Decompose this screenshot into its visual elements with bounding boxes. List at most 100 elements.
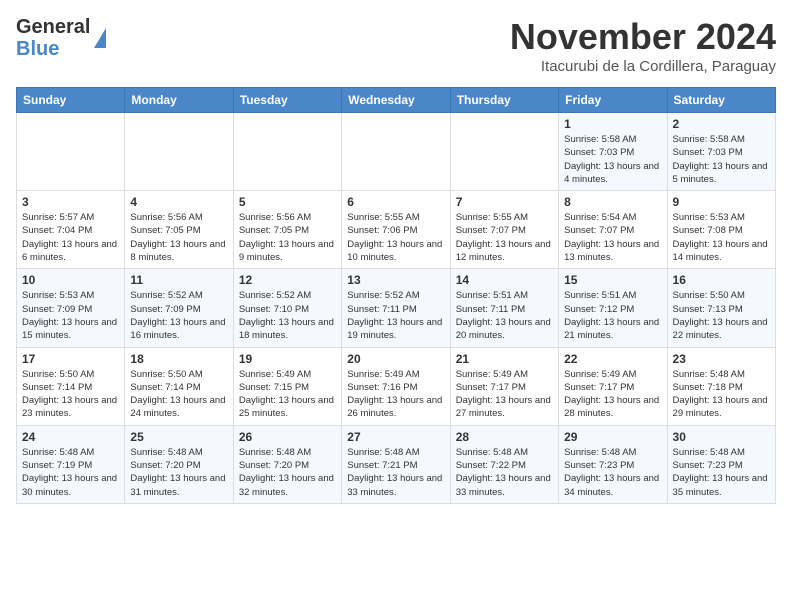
- calendar-cell: 6Sunrise: 5:55 AM Sunset: 7:06 PM Daylig…: [342, 191, 450, 269]
- calendar-cell: 28 Sunrise: 5:48 AM Sunset: 7:22 PM Dayli…: [450, 425, 558, 503]
- day-number: 18: [130, 352, 227, 366]
- day-number: 4: [130, 195, 227, 209]
- calendar-cell: 13Sunrise: 5:52 AM Sunset: 7:11 PM Dayli…: [342, 269, 450, 347]
- day-number: 30: [673, 430, 770, 444]
- day-number: 1: [564, 117, 661, 131]
- day-number: 20: [347, 352, 444, 366]
- day-info: Sunrise: 5:51 AM Sunset: 7:12 PM Dayligh…: [564, 289, 661, 342]
- calendar-cell: 21 Sunrise: 5:49 AM Sunset: 7:17 PM Dayli…: [450, 347, 558, 425]
- day-number: 24: [22, 430, 119, 444]
- calendar-cell: 16 Sunrise: 5:50 AM Sunset: 7:13 PM Dayli…: [667, 269, 775, 347]
- weekday-header-row: SundayMondayTuesdayWednesdayThursdayFrid…: [17, 88, 776, 113]
- day-info: Sunrise: 5:56 AM Sunset: 7:05 PM Dayligh…: [239, 211, 336, 264]
- weekday-header-saturday: Saturday: [667, 88, 775, 113]
- calendar-cell: 25Sunrise: 5:48 AM Sunset: 7:20 PM Dayli…: [125, 425, 233, 503]
- day-info: Sunrise: 5:52 AM Sunset: 7:09 PM Dayligh…: [130, 289, 227, 342]
- calendar-cell: 23 Sunrise: 5:48 AM Sunset: 7:18 PM Dayli…: [667, 347, 775, 425]
- day-number: 5: [239, 195, 336, 209]
- day-info: Sunrise: 5:52 AM Sunset: 7:10 PM Dayligh…: [239, 289, 336, 342]
- day-info: Sunrise: 5:54 AM Sunset: 7:07 PM Dayligh…: [564, 211, 661, 264]
- month-title: November 2024: [510, 16, 776, 58]
- calendar-cell: 8Sunrise: 5:54 AM Sunset: 7:07 PM Daylig…: [559, 191, 667, 269]
- day-number: 29: [564, 430, 661, 444]
- calendar-cell: 24 Sunrise: 5:48 AM Sunset: 7:19 PM Dayli…: [17, 425, 125, 503]
- weekday-header-monday: Monday: [125, 88, 233, 113]
- calendar-cell: 17 Sunrise: 5:50 AM Sunset: 7:14 PM Dayli…: [17, 347, 125, 425]
- logo-general: General: [16, 16, 90, 38]
- weekday-header-friday: Friday: [559, 88, 667, 113]
- calendar-cell: 2Sunrise: 5:58 AM Sunset: 7:03 PM Daylig…: [667, 113, 775, 191]
- day-info: Sunrise: 5:50 AM Sunset: 7:14 PM Dayligh…: [22, 368, 119, 421]
- calendar-cell: 26 Sunrise: 5:48 AM Sunset: 7:20 PM Dayli…: [233, 425, 341, 503]
- calendar-week-1: 1 Sunrise: 5:58 AM Sunset: 7:03 PM Daylig…: [17, 113, 776, 191]
- weekday-header-sunday: Sunday: [17, 88, 125, 113]
- calendar-cell: 7 Sunrise: 5:55 AM Sunset: 7:07 PM Daylig…: [450, 191, 558, 269]
- day-number: 21: [456, 352, 553, 366]
- day-number: 19: [239, 352, 336, 366]
- day-number: 22: [564, 352, 661, 366]
- day-number: 10: [22, 273, 119, 287]
- calendar-cell: 10 Sunrise: 5:53 AM Sunset: 7:09 PM Dayli…: [17, 269, 125, 347]
- day-info: Sunrise: 5:48 AM Sunset: 7:21 PM Dayligh…: [347, 446, 444, 499]
- calendar-cell: [342, 113, 450, 191]
- calendar-cell: 11 Sunrise: 5:52 AM Sunset: 7:09 PM Dayli…: [125, 269, 233, 347]
- weekday-header-wednesday: Wednesday: [342, 88, 450, 113]
- day-number: 11: [130, 273, 227, 287]
- calendar-cell: 3Sunrise: 5:57 AM Sunset: 7:04 PM Daylig…: [17, 191, 125, 269]
- day-info: Sunrise: 5:48 AM Sunset: 7:22 PM Dayligh…: [456, 446, 553, 499]
- day-number: 14: [456, 273, 553, 287]
- day-info: Sunrise: 5:49 AM Sunset: 7:17 PM Dayligh…: [564, 368, 661, 421]
- day-info: Sunrise: 5:49 AM Sunset: 7:15 PM Dayligh…: [239, 368, 336, 421]
- day-info: Sunrise: 5:48 AM Sunset: 7:19 PM Dayligh…: [22, 446, 119, 499]
- calendar-cell: 18 Sunrise: 5:50 AM Sunset: 7:14 PM Dayli…: [125, 347, 233, 425]
- calendar-cell: 15Sunrise: 5:51 AM Sunset: 7:12 PM Dayli…: [559, 269, 667, 347]
- day-number: 13: [347, 273, 444, 287]
- day-info: Sunrise: 5:48 AM Sunset: 7:20 PM Dayligh…: [239, 446, 336, 499]
- logo-triangle-icon: [94, 28, 106, 48]
- day-info: Sunrise: 5:48 AM Sunset: 7:23 PM Dayligh…: [564, 446, 661, 499]
- day-info: Sunrise: 5:50 AM Sunset: 7:14 PM Dayligh…: [130, 368, 227, 421]
- page-header: General Blue November 2024 Itacurubi de …: [16, 16, 776, 75]
- calendar-week-3: 10 Sunrise: 5:53 AM Sunset: 7:09 PM Dayli…: [17, 269, 776, 347]
- day-info: Sunrise: 5:48 AM Sunset: 7:23 PM Dayligh…: [673, 446, 770, 499]
- calendar-cell: 4 Sunrise: 5:56 AM Sunset: 7:05 PM Daylig…: [125, 191, 233, 269]
- day-number: 17: [22, 352, 119, 366]
- day-number: 23: [673, 352, 770, 366]
- calendar-cell: [17, 113, 125, 191]
- day-number: 2: [673, 117, 770, 131]
- calendar-cell: [233, 113, 341, 191]
- calendar-cell: 27Sunrise: 5:48 AM Sunset: 7:21 PM Dayli…: [342, 425, 450, 503]
- day-info: Sunrise: 5:51 AM Sunset: 7:11 PM Dayligh…: [456, 289, 553, 342]
- day-number: 12: [239, 273, 336, 287]
- day-info: Sunrise: 5:58 AM Sunset: 7:03 PM Dayligh…: [564, 133, 661, 186]
- day-info: Sunrise: 5:49 AM Sunset: 7:17 PM Dayligh…: [456, 368, 553, 421]
- calendar-cell: 14 Sunrise: 5:51 AM Sunset: 7:11 PM Dayli…: [450, 269, 558, 347]
- calendar-cell: 20Sunrise: 5:49 AM Sunset: 7:16 PM Dayli…: [342, 347, 450, 425]
- day-info: Sunrise: 5:50 AM Sunset: 7:13 PM Dayligh…: [673, 289, 770, 342]
- day-info: Sunrise: 5:53 AM Sunset: 7:09 PM Dayligh…: [22, 289, 119, 342]
- logo: General Blue: [16, 16, 106, 60]
- calendar-cell: 19 Sunrise: 5:49 AM Sunset: 7:15 PM Dayli…: [233, 347, 341, 425]
- calendar-cell: [125, 113, 233, 191]
- calendar-cell: 30 Sunrise: 5:48 AM Sunset: 7:23 PM Dayli…: [667, 425, 775, 503]
- location-subtitle: Itacurubi de la Cordillera, Paraguay: [510, 58, 776, 75]
- calendar-cell: 22 Sunrise: 5:49 AM Sunset: 7:17 PM Dayli…: [559, 347, 667, 425]
- day-info: Sunrise: 5:55 AM Sunset: 7:07 PM Dayligh…: [456, 211, 553, 264]
- day-number: 9: [673, 195, 770, 209]
- day-number: 28: [456, 430, 553, 444]
- weekday-header-tuesday: Tuesday: [233, 88, 341, 113]
- day-info: Sunrise: 5:55 AM Sunset: 7:06 PM Dayligh…: [347, 211, 444, 264]
- day-info: Sunrise: 5:53 AM Sunset: 7:08 PM Dayligh…: [673, 211, 770, 264]
- logo-blue: Blue: [16, 38, 59, 60]
- calendar-week-5: 24 Sunrise: 5:48 AM Sunset: 7:19 PM Dayli…: [17, 425, 776, 503]
- day-number: 7: [456, 195, 553, 209]
- weekday-header-thursday: Thursday: [450, 88, 558, 113]
- day-number: 25: [130, 430, 227, 444]
- day-number: 26: [239, 430, 336, 444]
- day-info: Sunrise: 5:48 AM Sunset: 7:18 PM Dayligh…: [673, 368, 770, 421]
- calendar-table: SundayMondayTuesdayWednesdayThursdayFrid…: [16, 87, 776, 504]
- calendar-cell: [450, 113, 558, 191]
- day-info: Sunrise: 5:56 AM Sunset: 7:05 PM Dayligh…: [130, 211, 227, 264]
- calendar-cell: 5 Sunrise: 5:56 AM Sunset: 7:05 PM Daylig…: [233, 191, 341, 269]
- day-number: 16: [673, 273, 770, 287]
